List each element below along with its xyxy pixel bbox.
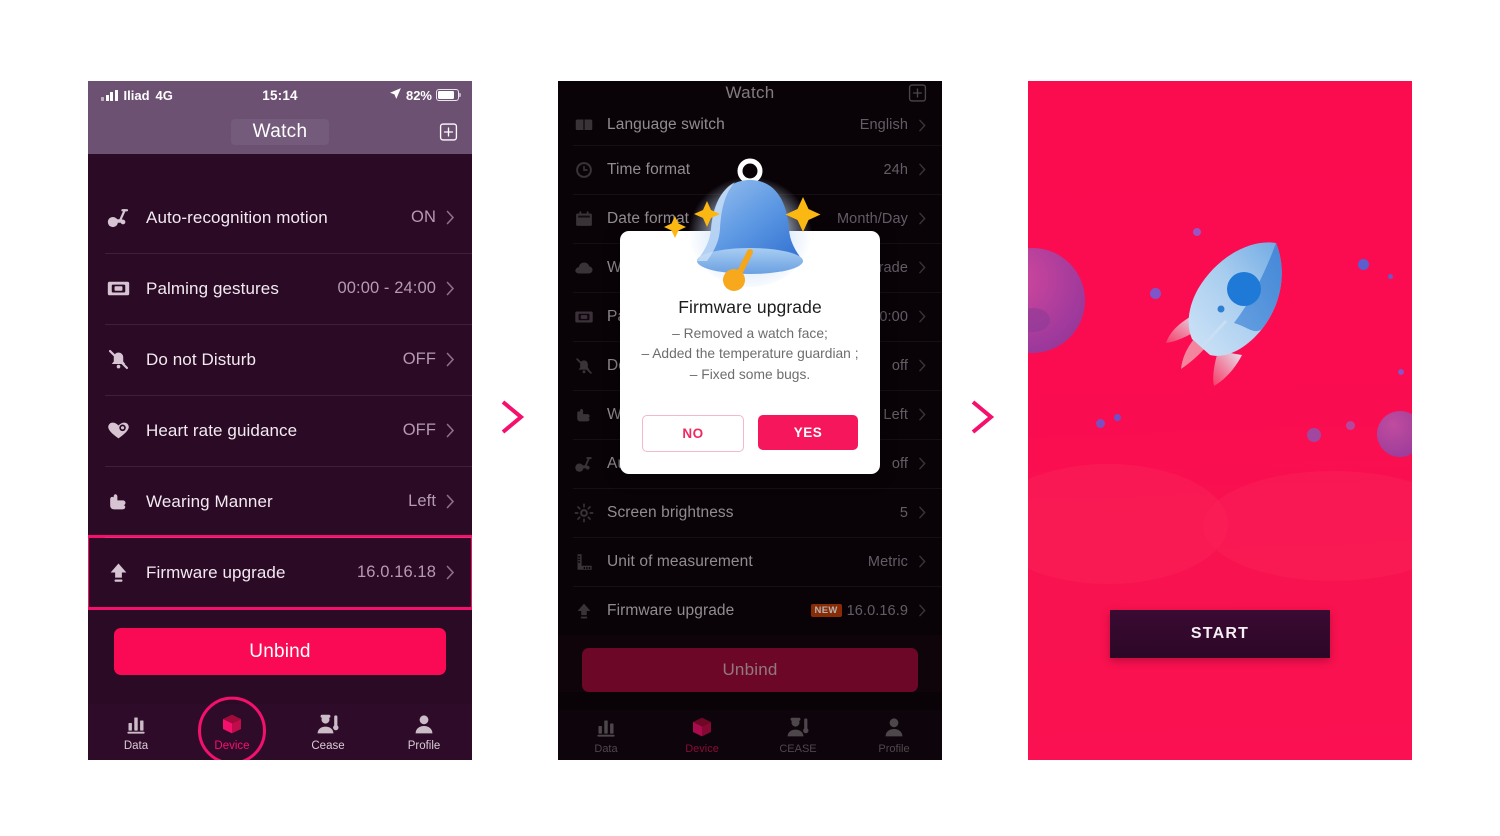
- dialog-body-line: – Added the temperature guardian ;: [641, 346, 859, 362]
- flow-arrow-2: [959, 394, 1005, 440]
- bell-off-icon: [105, 346, 132, 373]
- flow-diagram: Iliad 4G 15:14 82% Watch Auto-recognitio…: [0, 0, 1500, 836]
- page-title: Watch: [230, 118, 330, 145]
- settings-row[interactable]: Do not Disturb OFF: [88, 324, 472, 395]
- settings-row-value: OFF: [402, 350, 436, 368]
- settings-row[interactable]: Heart rate guidance OFF: [88, 395, 472, 466]
- tab-cease[interactable]: Cease: [280, 712, 376, 752]
- selection-ring: [198, 696, 266, 760]
- dot-6: [1096, 419, 1105, 428]
- settings-row-value: ON: [411, 208, 436, 226]
- settings-row-label: Palming gestures: [146, 278, 279, 298]
- settings-row[interactable]: Wearing Manner Left: [88, 466, 472, 537]
- settings-row-label: Auto-recognition motion: [146, 207, 328, 227]
- settings-row-label: Heart rate guidance: [146, 420, 298, 440]
- phone-screen-1: Iliad 4G 15:14 82% Watch Auto-recognitio…: [88, 81, 472, 760]
- settings-list: Auto-recognition motion ON Palming gesture…: [88, 182, 472, 610]
- settings-row[interactable]: Palming gestures 00:00 - 24:00: [88, 253, 472, 324]
- settings-row-value: OFF: [402, 421, 436, 439]
- dot-3: [1358, 259, 1369, 270]
- dialog-yes-button[interactable]: YES: [758, 415, 858, 451]
- battery-icon: [436, 89, 461, 101]
- tab-label: Cease: [311, 740, 345, 752]
- start-button[interactable]: START: [1110, 610, 1330, 658]
- navigation-bar: Watch: [88, 109, 472, 154]
- chevron-right-icon: [446, 352, 455, 367]
- list-top-gap: [88, 154, 472, 182]
- plus-box-icon[interactable]: [439, 122, 458, 141]
- dialog-body-line: – Removed a watch face;: [672, 326, 828, 341]
- dot-7: [1114, 414, 1121, 421]
- battery-percent: 82%: [405, 87, 432, 103]
- settings-row-label: Wearing Manner: [146, 491, 273, 511]
- heart-rate-icon: [105, 417, 132, 444]
- bell-sparkles-icon: [655, 151, 845, 301]
- tab-label: Data: [123, 740, 149, 752]
- phone-screen-3: START: [1028, 81, 1412, 760]
- tab-label: Profile: [407, 740, 441, 752]
- tab-bar: Data Device Cease Profile: [88, 696, 472, 760]
- hand-wear-icon: [105, 488, 132, 515]
- dialog-no-button[interactable]: NO: [642, 415, 744, 453]
- bar-chart-icon: [124, 712, 148, 736]
- dot-5: [1398, 369, 1404, 375]
- person-icon: [412, 712, 436, 736]
- unbind-zone: Unbind: [88, 608, 472, 675]
- settings-row-label: Do not Disturb: [146, 349, 257, 369]
- chevron-right-icon: [446, 281, 455, 296]
- settings-row-value: 00:00 - 24:00: [337, 279, 436, 297]
- settings-row[interactable]: Auto-recognition motion ON: [88, 182, 472, 253]
- chevron-right-icon: [446, 210, 455, 225]
- settings-row-value: Left: [408, 492, 436, 510]
- status-bar: Iliad 4G 15:14 82%: [88, 81, 472, 109]
- palm-gesture-icon: [105, 275, 132, 302]
- firmware-upgrade-dialog: Firmware upgrade – Removed a watch face;…: [620, 158, 880, 475]
- tab-profile[interactable]: Profile: [376, 712, 472, 752]
- upload-arrow-icon: [105, 559, 132, 586]
- phone-screen-2: Watch Language switch English Time format 2…: [558, 81, 942, 760]
- space-background: [1028, 81, 1412, 760]
- tab-data[interactable]: Data: [88, 712, 184, 752]
- unbind-button[interactable]: Unbind: [114, 628, 446, 675]
- chevron-right-icon: [446, 494, 455, 509]
- chevron-right-icon: [446, 423, 455, 438]
- chevron-right-icon: [446, 565, 455, 580]
- dialog-body-line: – Fixed some bugs.: [689, 366, 811, 382]
- rocket-icon: [1156, 231, 1301, 386]
- planet-right-small: [1346, 421, 1355, 430]
- dot-4: [1388, 274, 1393, 279]
- settings-row-label: Firmware upgrade: [146, 562, 286, 582]
- location-arrow-icon: [389, 87, 402, 103]
- worker-icon: [316, 712, 340, 736]
- settings-row-value: 16.0.16.18: [357, 563, 436, 581]
- dialog-buttons: NO YES: [620, 385, 880, 453]
- tab-device[interactable]: Device: [184, 696, 280, 760]
- dot-8: [1307, 428, 1321, 442]
- settings-row[interactable]: Firmware upgrade 16.0.16.18: [88, 535, 472, 610]
- flow-arrow-1: [489, 394, 535, 440]
- status-bar-right: 82%: [389, 87, 461, 103]
- dialog-body: – Removed a watch face; – Added the tempe…: [620, 324, 880, 385]
- exercise-bike-icon: [105, 204, 132, 231]
